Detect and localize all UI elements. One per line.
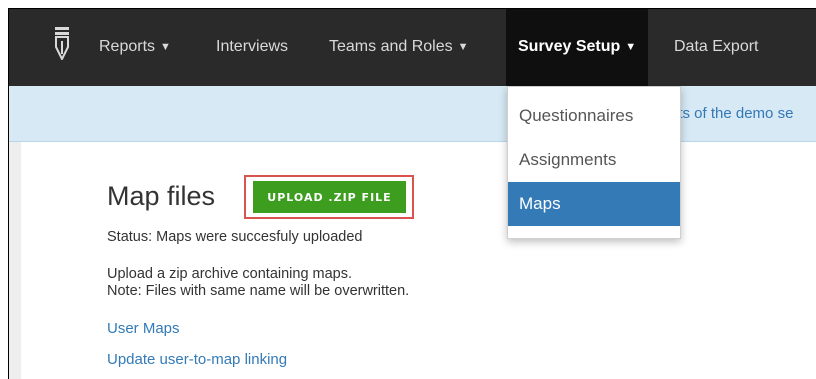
update-user-to-map-linking-link[interactable]: Update user-to-map linking [107,351,287,368]
upload-status: Status: Maps were succesfuly uploaded [107,229,363,245]
dropdown-item-questionnaires[interactable]: Questionnaires [508,94,680,138]
nav-interviews[interactable]: Interviews [216,8,288,86]
user-maps-link[interactable]: User Maps [107,320,180,337]
info-banner: nts of the demo se [8,86,816,142]
dropdown-item-maps[interactable]: Maps [508,182,680,226]
dropdown-item-assignments[interactable]: Assignments [508,138,680,182]
nav-interviews-label: Interviews [216,38,289,55]
upload-zip-button[interactable]: UPLOAD .ZIP FILE [253,181,406,213]
help-line-1: Upload a zip archive containing maps. [107,266,353,282]
app-window: Reports ▼ Interviews Teams and Roles ▼ Sur… [8,8,816,379]
nav-data-export[interactable]: Data Export [674,8,758,86]
top-navbar: Reports ▼ Interviews Teams and Roles ▼ Sur… [8,8,816,86]
nav-teams-and-roles[interactable]: Teams and Roles ▼ [329,8,469,86]
page-title: Map files [107,181,216,211]
caret-down-icon: ▼ [625,41,637,53]
help-line-2: Note: Files with same name will be overw… [107,283,410,299]
upload-help-text: Upload a zip archive containing maps. No… [107,266,409,300]
nav-survey-setup[interactable]: Survey Setup ▼ [506,8,649,86]
nav-data-export-label: Data Export [674,38,759,55]
nav-survey-setup-label: Survey Setup [518,38,621,55]
info-banner-text[interactable]: nts of the demo se [670,86,793,142]
nav-reports[interactable]: Reports ▼ [99,8,171,86]
nav-reports-label: Reports [99,38,156,55]
content-panel [21,142,816,379]
caret-down-icon: ▼ [160,41,171,53]
survey-setup-dropdown: Questionnaires Assignments Maps [507,86,681,239]
pen-nib-logo-icon[interactable] [54,26,70,60]
nav-teams-and-roles-label: Teams and Roles [329,38,453,55]
caret-down-icon: ▼ [457,41,469,53]
